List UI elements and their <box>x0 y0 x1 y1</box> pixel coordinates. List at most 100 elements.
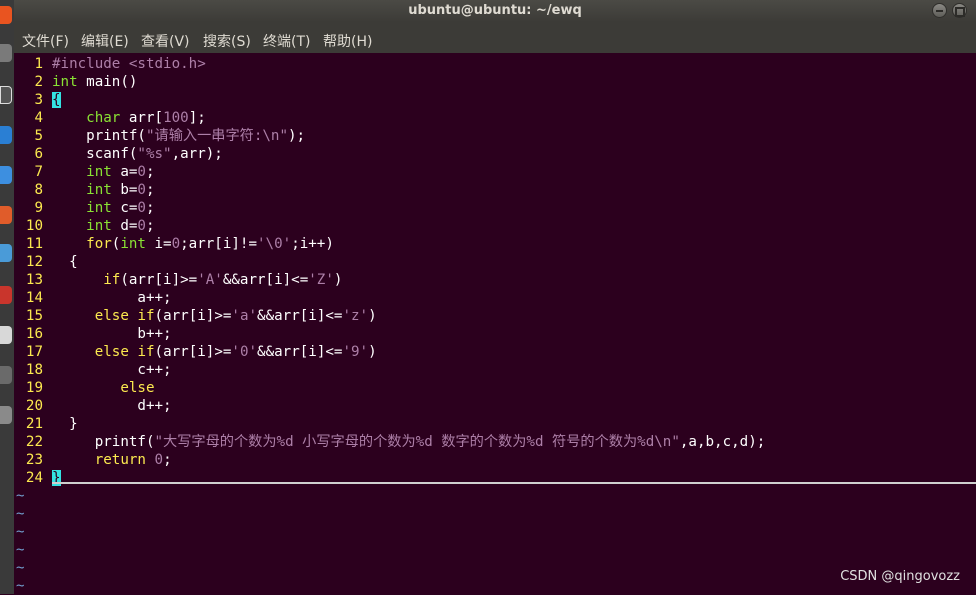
empty-line-marker: ~ <box>16 578 25 594</box>
code-line: 5 printf("请输入一串字符:\n"); <box>14 127 974 145</box>
window-titlebar[interactable]: ubuntu@ubuntu: ~/ewq <box>14 0 976 22</box>
code-text: if(arr[i]>='A'&&arr[i]<='Z') <box>103 272 343 288</box>
code-text: int b=0; <box>86 182 155 198</box>
code-line: 23 return 0; <box>14 451 974 469</box>
code-text: { <box>52 254 78 270</box>
code-line: 14 a++; <box>14 289 974 307</box>
line-number: 21 <box>25 416 43 432</box>
code-text: d++; <box>52 398 172 414</box>
app-launcher-icon[interactable] <box>0 406 12 424</box>
empty-line-marker: ~ <box>16 560 25 576</box>
code-line: 3{ <box>14 91 974 109</box>
line-number: 16 <box>25 326 43 342</box>
menu-help[interactable]: 帮助(H) <box>323 31 372 51</box>
code-text: scanf("%s",arr); <box>52 146 223 162</box>
menu-bar: 文件(F) 编辑(E) 查看(V) 搜索(S) 终端(T) 帮助(H) <box>14 22 976 54</box>
maximize-icon[interactable] <box>952 3 967 18</box>
code-text: b++; <box>52 326 172 342</box>
menu-view[interactable]: 查看(V) <box>141 31 190 51</box>
line-number: 6 <box>34 146 43 162</box>
code-line: 17 else if(arr[i]>='0'&&arr[i]<='9') <box>14 343 974 361</box>
code-line: 21 } <box>14 415 974 433</box>
line-number: 12 <box>25 254 43 270</box>
code-line: 1 #include <stdio.h> <box>14 55 974 73</box>
line-number: 1 <box>34 56 43 72</box>
app-launcher-icon[interactable] <box>0 244 12 262</box>
app-launcher-icon[interactable] <box>0 86 12 104</box>
line-number: 15 <box>25 308 43 324</box>
code-line: 4 char arr[100]; <box>14 109 974 127</box>
code-line: 6 scanf("%s",arr); <box>14 145 974 163</box>
code-text: a++; <box>52 290 172 306</box>
code-line: 13 if(arr[i]>='A'&&arr[i]<='Z') <box>14 271 974 289</box>
code-text: else <box>120 380 155 396</box>
empty-line-marker: ~ <box>16 488 25 504</box>
menu-edit[interactable]: 编辑(E) <box>81 31 129 51</box>
code-line: 10 int d=0; <box>14 217 974 235</box>
code-text: int a=0; <box>86 164 155 180</box>
code-line: 7 int a=0; <box>14 163 974 181</box>
code-line: 16 b++; <box>14 325 974 343</box>
line-number: 13 <box>25 272 43 288</box>
line-number: 20 <box>25 398 43 414</box>
code-text: printf("请输入一串字符:\n"); <box>52 128 306 144</box>
code-line: 15 else if(arr[i]>='a'&&arr[i]<='z') <box>14 307 974 325</box>
code-text: char arr[100]; <box>86 110 206 126</box>
code-text: #include <stdio.h> <box>52 56 206 72</box>
line-number: 2 <box>34 74 43 90</box>
code-line: 22 printf("大写字母的个数为%d 小写字母的个数为%d 数字的个数为%… <box>14 433 974 451</box>
line-number: 10 <box>25 218 43 234</box>
line-number: 9 <box>34 200 43 216</box>
line-number: 7 <box>34 164 43 180</box>
code-line: 11 for(int i=0;arr[i]!='\0';i++) <box>14 235 974 253</box>
app-launcher-icon[interactable] <box>0 126 12 144</box>
app-launcher-icon[interactable] <box>0 6 12 24</box>
code-line: 2 int main() <box>14 73 974 91</box>
terminal-area[interactable]: 1 #include <stdio.h> 2 int main() 3{4 char a… <box>14 53 976 594</box>
line-number: 24 <box>25 470 43 486</box>
code-line: 9 int c=0; <box>14 199 974 217</box>
line-number: 23 <box>25 452 43 468</box>
line-number: 4 <box>34 110 43 126</box>
line-number: 14 <box>25 290 43 306</box>
code-text: int c=0; <box>86 200 155 216</box>
cursor-line-underline <box>52 482 976 484</box>
code-text: int d=0; <box>86 218 155 234</box>
code-line: 19 else <box>14 379 974 397</box>
line-number: 8 <box>34 182 43 198</box>
empty-line-marker: ~ <box>16 506 25 522</box>
window-title: ubuntu@ubuntu: ~/ewq <box>408 3 582 18</box>
menu-file[interactable]: 文件(F) <box>22 31 69 51</box>
minimize-icon[interactable] <box>932 3 947 18</box>
line-number: 5 <box>34 128 43 144</box>
app-launcher-icon[interactable] <box>0 44 12 62</box>
code-line: 8 int b=0; <box>14 181 974 199</box>
code-line: 18 c++; <box>14 361 974 379</box>
code-line: 20 d++; <box>14 397 974 415</box>
empty-line-marker: ~ <box>16 524 25 540</box>
watermark: CSDN @qingovozz <box>840 569 960 584</box>
code-line: 12 { <box>14 253 974 271</box>
app-launcher-icon[interactable] <box>0 326 12 344</box>
line-number: 18 <box>25 362 43 378</box>
code-text: else if(arr[i]>='a'&&arr[i]<='z') <box>94 308 377 324</box>
code-text: return 0; <box>94 452 172 468</box>
app-launcher-icon[interactable] <box>0 366 12 384</box>
code-line: 24} <box>14 469 974 487</box>
code-text: } <box>52 416 78 432</box>
code-text: c++; <box>52 362 172 378</box>
code-text: int main() <box>52 74 138 90</box>
app-launcher-icon[interactable] <box>0 286 12 304</box>
line-number: 11 <box>25 236 43 252</box>
menu-search[interactable]: 搜索(S) <box>203 31 251 51</box>
menu-terminal[interactable]: 终端(T) <box>263 31 310 51</box>
line-number: 19 <box>25 380 43 396</box>
line-number: 17 <box>25 344 43 360</box>
app-launcher-icon[interactable] <box>0 206 12 224</box>
code-text: { <box>52 92 61 108</box>
code-text: for(int i=0;arr[i]!='\0';i++) <box>86 236 334 252</box>
line-number: 3 <box>34 92 43 108</box>
code-text: } <box>52 470 61 486</box>
code-text: else if(arr[i]>='0'&&arr[i]<='9') <box>94 344 377 360</box>
app-launcher-icon[interactable] <box>0 166 12 184</box>
